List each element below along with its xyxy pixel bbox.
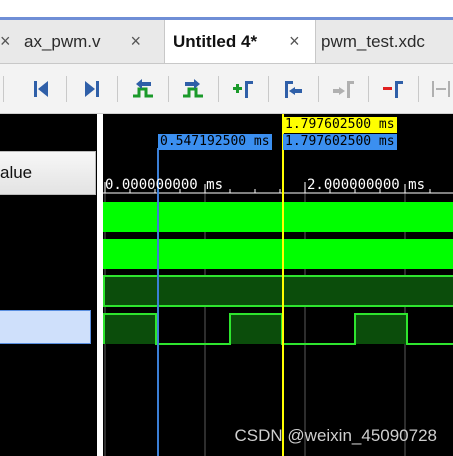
go-to-next-marker-icon[interactable] — [330, 76, 356, 102]
next-transition-icon[interactable] — [180, 76, 206, 102]
go-to-end-icon[interactable] — [79, 76, 105, 102]
waveform-svg — [103, 114, 453, 456]
tab-prev-close[interactable]: × — [0, 20, 18, 63]
toolbar-separator — [368, 76, 369, 102]
previous-transition-icon[interactable] — [130, 76, 156, 102]
delete-marker-icon[interactable] — [380, 76, 406, 102]
go-to-previous-marker-icon[interactable] — [280, 76, 306, 102]
selected-signal-row[interactable] — [0, 310, 91, 344]
time-tick-label: 2.000000000 ms — [307, 177, 426, 193]
marker-time-label[interactable]: 0.547192500 ms — [158, 134, 272, 150]
close-icon[interactable]: × — [131, 31, 142, 52]
go-to-start-icon[interactable] — [28, 76, 54, 102]
close-icon[interactable]: × — [289, 31, 300, 52]
value-column-label: alue — [0, 163, 33, 182]
pwm-signal-trace[interactable] — [103, 313, 453, 345]
tab-untitled-4[interactable]: Untitled 4* × — [164, 20, 316, 63]
signal-rst-trace[interactable] — [103, 239, 453, 269]
close-icon[interactable]: × — [0, 31, 11, 52]
watermark-text: CSDN @weixin_45090728 — [234, 426, 437, 445]
toolbar-separator — [168, 76, 169, 102]
tab-ax-pwm[interactable]: ax_pwm.v × — [18, 20, 164, 63]
tab-pwm-test-xdc[interactable]: pwm_test.xdc — [316, 20, 453, 63]
signal-names-pane: alue — [0, 114, 97, 456]
toolbar-separator — [418, 76, 419, 102]
tab-label: pwm_test.xdc — [321, 31, 425, 51]
editor-tab-bar: × ax_pwm.v × Untitled 4* × pwm_test.xdc — [0, 20, 453, 64]
value-column-header[interactable]: alue — [0, 151, 96, 195]
toolbar-separator — [268, 76, 269, 102]
waveform-canvas[interactable]: 1.797602500 ms 0.547192500 ms 1.79760250… — [103, 114, 453, 456]
cursor-time-label[interactable]: 1.797602500 ms — [283, 117, 397, 133]
toolbar-separator — [66, 76, 67, 102]
swap-cursors-icon[interactable] — [428, 76, 453, 102]
tab-label: Untitled 4* — [173, 31, 258, 51]
add-marker-icon[interactable] — [230, 76, 256, 102]
tab-label: ax_pwm.v — [24, 31, 101, 51]
toolbar-separator — [117, 76, 118, 102]
toolbar-separator — [3, 76, 4, 102]
toolbar-separator — [318, 76, 319, 102]
signal-clk-trace[interactable] — [103, 202, 453, 232]
toolbar-separator — [218, 76, 219, 102]
bus-signal-trace[interactable] — [103, 275, 453, 307]
delta-time-label: 1.797602500 ms — [283, 134, 397, 150]
window-title-strip — [0, 0, 453, 20]
waveform-toolbar — [0, 64, 453, 114]
time-tick-label: 0.000000000 ms — [105, 177, 224, 193]
